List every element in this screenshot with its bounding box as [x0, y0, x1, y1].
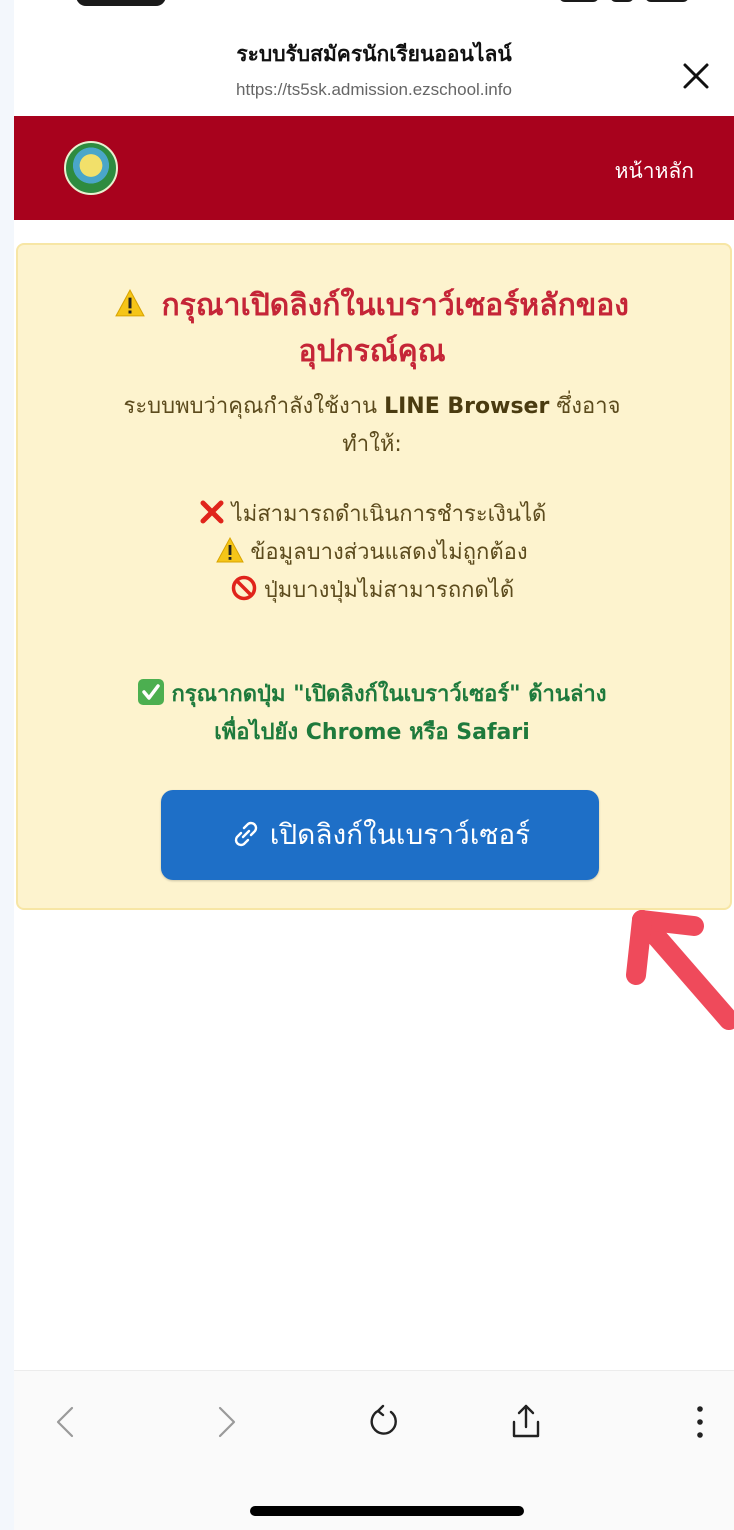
warning-title: กรุณาเปิดลิงก์ในเบราว์เซอร์หลักของ อุปกร… — [14, 283, 730, 375]
reload-icon — [370, 1404, 397, 1435]
link-icon — [234, 821, 257, 847]
forward-chevron-icon — [218, 1406, 236, 1438]
warning-description: ระบบพบว่าคุณกำลังใช้งาน LINE Browser ซึ่… — [14, 388, 730, 464]
nav-home-link[interactable]: หน้าหลัก — [615, 155, 694, 188]
list-item: ปุ่มบางปุ่มไม่สามารถกดได้ — [14, 572, 730, 610]
instruction-line2: เพื่อไปยัง Chrome หรือ Safari — [214, 720, 530, 745]
share-icon — [512, 1404, 540, 1438]
page-url: https://ts5sk.admission.ezschool.info — [236, 80, 512, 99]
button-label: เปิดลิงก์ในเบราว์เซอร์ — [269, 818, 531, 851]
open-in-browser-button[interactable]: เปิดลิงก์ในเบราว์เซอร์ — [161, 790, 599, 880]
instruction-line1: กรุณากดปุ่ม "เปิดลิงก์ในเบราว์เซอร์" ด้า… — [171, 682, 607, 707]
warning-title-line2: อุปกรณ์คุณ — [298, 334, 446, 369]
warning-icon — [216, 536, 245, 563]
forward-button[interactable] — [204, 1400, 248, 1444]
reload-button[interactable] — [361, 1400, 405, 1444]
issue-text: ไม่สามารถดำเนินการชำระเงินได้ — [231, 502, 547, 527]
desc-suffix: ซึ่งอาจ — [556, 394, 621, 419]
list-item: ข้อมูลบางส่วนแสดงไม่ถูกต้อง — [14, 534, 730, 572]
signal-icon — [559, 0, 599, 2]
back-button[interactable] — [44, 1400, 88, 1444]
check-mark-icon — [138, 679, 165, 705]
back-chevron-icon — [56, 1406, 74, 1438]
issue-list: ไม่สามารถดำเนินการชำระเงินได้ ข้อมูลบางส… — [14, 496, 730, 610]
issue-text: ข้อมูลบางส่วนแสดงไม่ถูกต้อง — [250, 540, 528, 565]
status-indicators — [559, 0, 699, 6]
prohibited-icon — [231, 575, 257, 601]
status-bar — [14, 0, 734, 12]
warning-icon — [115, 289, 145, 317]
wifi-icon — [610, 0, 635, 2]
desc-line2: ทำให้: — [342, 432, 402, 457]
cross-mark-icon — [200, 500, 224, 524]
more-vertical-icon — [697, 1406, 703, 1438]
battery-icon — [645, 0, 690, 2]
page-title: ระบบรับสมัครนักเรียนออนไลน์ — [236, 42, 512, 66]
school-logo[interactable] — [64, 141, 118, 195]
home-indicator — [250, 1506, 524, 1516]
share-button[interactable] — [504, 1400, 548, 1444]
screen: ระบบรับสมัครนักเรียนออนไลน์ https://ts5s… — [14, 0, 734, 1530]
instruction-text: กรุณากดปุ่ม "เปิดลิงก์ในเบราว์เซอร์" ด้า… — [14, 676, 730, 752]
list-item: ไม่สามารถดำเนินการชำระเงินได้ — [14, 496, 730, 534]
status-clock — [76, 0, 166, 6]
close-button[interactable] — [678, 58, 714, 94]
close-icon — [683, 63, 709, 89]
desc-prefix: ระบบพบว่าคุณกำลังใช้งาน — [123, 394, 378, 419]
more-options-button[interactable] — [678, 1400, 722, 1444]
warning-title-line1: กรุณาเปิดลิงก์ในเบราว์เซอร์หลักของ — [161, 288, 629, 323]
desc-browser-name: LINE Browser — [384, 394, 550, 419]
issue-text: ปุ่มบางปุ่มไม่สามารถกดได้ — [263, 578, 515, 603]
